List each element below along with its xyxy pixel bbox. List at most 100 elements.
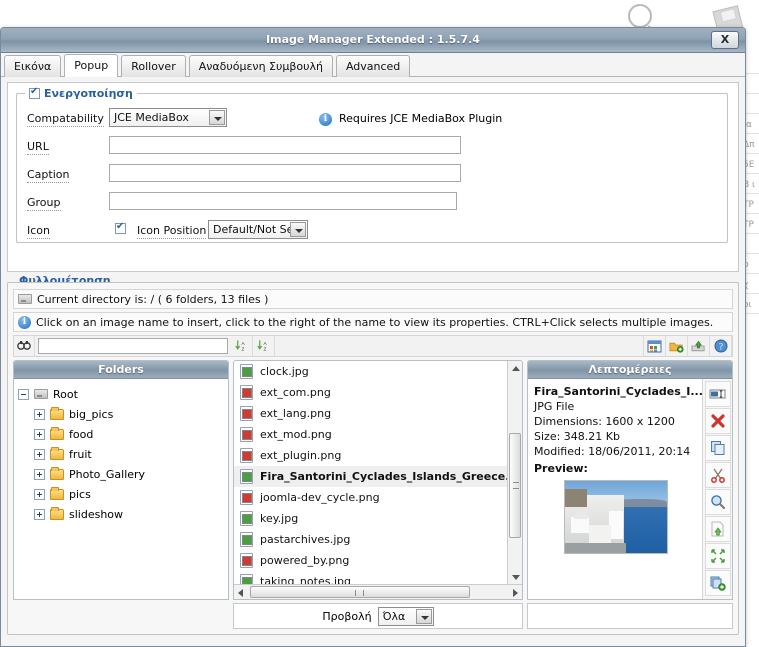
resize-icon[interactable] [704, 543, 731, 569]
file-list-vertical-scrollbar[interactable] [507, 361, 522, 584]
tab-eikona[interactable]: Εικόνα [4, 55, 62, 77]
details-toolbar [702, 379, 732, 599]
file-list-horizontal-scrollbar[interactable] [234, 584, 522, 599]
svg-text:Z: Z [242, 347, 245, 352]
enable-legend-label: Ενεργοποίηση [44, 86, 133, 100]
list-item-selected[interactable]: Fira_Santorini_Cyclades_Islands_Greece.j… [234, 466, 522, 487]
upload-file-icon[interactable] [704, 516, 731, 542]
scroll-left-icon[interactable] [234, 585, 249, 599]
file-name: Fira_Santorini_Cyclades_Islands_Greece.j… [260, 470, 522, 483]
group-input[interactable] [109, 192, 457, 210]
expand-icon[interactable] [34, 448, 45, 460]
caption-input[interactable] [109, 164, 461, 182]
folder-icon [50, 486, 64, 500]
list-item[interactable]: ext_lang.png [234, 403, 522, 424]
group-label: Group [27, 196, 61, 211]
new-folder-icon[interactable] [666, 336, 688, 356]
current-directory-bar: Current directory is: / ( 6 folders, 13 … [13, 289, 733, 309]
collapse-icon[interactable] [18, 388, 29, 400]
icon-position-select[interactable]: Default/Not Set [208, 220, 308, 239]
tree-item-photo-gallery[interactable]: Photo_Gallery [18, 464, 228, 484]
expand-icon[interactable] [34, 508, 45, 520]
delete-icon[interactable] [704, 408, 731, 434]
browse-section: Φυλλομέτρηση Current directory is: / ( 6… [7, 274, 739, 635]
current-directory-text: Current directory is: / ( 6 folders, 13 … [37, 292, 269, 306]
tree-item-fruit[interactable]: fruit [18, 444, 228, 464]
tree-item-label: pics [69, 487, 91, 501]
jpg-file-icon [240, 364, 253, 379]
tree-item-big-pics[interactable]: big_pics [18, 404, 228, 424]
tree-item-food[interactable]: food [18, 424, 228, 444]
list-item[interactable]: ext_com.png [234, 382, 522, 403]
background-divider [745, 233, 759, 234]
jpg-file-icon [240, 511, 253, 526]
icon-position-value: Default/Not Set [213, 223, 298, 236]
scroll-up-icon[interactable] [508, 361, 522, 375]
tree-item-pics[interactable]: pics [18, 484, 228, 504]
scroll-right-icon[interactable] [507, 585, 522, 599]
browse-box: Current directory is: / ( 6 folders, 13 … [7, 282, 739, 635]
drive-icon [18, 294, 32, 304]
background-divider [745, 273, 759, 274]
popup-settings-panel: Ενεργοποίηση Compatability JCE MediaBox … [7, 82, 739, 272]
tab-popup[interactable]: Popup [64, 54, 119, 77]
enable-checkbox[interactable] [29, 86, 40, 99]
scroll-down-icon[interactable] [508, 570, 522, 584]
search-input[interactable] [38, 338, 228, 354]
list-item[interactable]: ext_plugin.png [234, 445, 522, 466]
icon-checkbox[interactable] [115, 221, 126, 234]
list-item[interactable]: powered_by.png [234, 550, 522, 571]
file-name: pastarchives.jpg [260, 533, 351, 546]
expand-icon[interactable] [34, 428, 45, 440]
file-name: ext_plugin.png [260, 449, 342, 462]
expand-icon[interactable] [34, 468, 45, 480]
file-name: clock.jpg [260, 365, 309, 378]
rename-icon[interactable] [704, 381, 731, 407]
jpg-file-icon [240, 532, 253, 547]
expand-icon[interactable] [34, 408, 45, 420]
plugin-info-icon: i [319, 111, 332, 126]
chevron-down-icon [209, 110, 225, 125]
toolbar-spacer [275, 336, 644, 356]
background-divider [745, 253, 759, 254]
view-filter-label: Προβολή [322, 609, 372, 623]
icon-position-label: Icon Position [137, 224, 207, 239]
background-divider [745, 153, 759, 154]
footer-right-spacer [527, 603, 733, 629]
list-item[interactable]: key.jpg [234, 508, 522, 529]
sort-az-descending-icon[interactable]: A Z [253, 336, 275, 356]
horizontal-scroll-thumb[interactable] [250, 586, 470, 598]
compatability-select[interactable]: JCE MediaBox [109, 108, 227, 127]
paste-icon[interactable] [704, 570, 731, 596]
sort-az-ascending-icon[interactable]: A Z [231, 336, 253, 356]
list-item[interactable]: joomla-dev_cycle.png [234, 487, 522, 508]
background-divider [745, 193, 759, 194]
list-item[interactable]: pastarchives.jpg [234, 529, 522, 550]
expand-icon[interactable] [34, 488, 45, 500]
list-item[interactable]: clock.jpg [234, 361, 522, 382]
view-filter-select[interactable]: Όλα [377, 606, 434, 626]
vertical-scroll-thumb[interactable] [509, 433, 521, 538]
copy-icon[interactable] [704, 435, 731, 461]
file-name: key.jpg [260, 512, 299, 525]
tab-rollover[interactable]: Rollover [121, 55, 186, 77]
details-pane-title: Λεπτομέρειες [528, 361, 732, 379]
footer-left-spacer [13, 603, 229, 629]
tree-item-label: Root [53, 387, 78, 401]
list-item[interactable]: ext_mod.png [234, 424, 522, 445]
view-filter-value: Όλα [382, 609, 406, 623]
thumbnail-view-icon[interactable] [644, 336, 666, 356]
url-input[interactable] [109, 136, 461, 154]
tab-tooltip[interactable]: Αναδυόμενη Συμβουλή [188, 55, 333, 77]
file-list[interactable]: clock.jpg ext_com.png ext_lang.png ext_m… [234, 361, 522, 599]
png-file-icon [240, 553, 253, 568]
tab-advanced[interactable]: Advanced [335, 55, 411, 77]
view-icon[interactable] [704, 489, 731, 515]
upload-icon[interactable] [688, 336, 710, 356]
cut-icon[interactable] [704, 462, 731, 488]
tree-item-slideshow[interactable]: slideshow [18, 504, 228, 524]
help-icon[interactable]: ? [710, 336, 732, 356]
chevron-down-icon [290, 222, 306, 237]
tree-item-root[interactable]: Root [18, 384, 228, 404]
close-button[interactable]: X [711, 31, 739, 49]
